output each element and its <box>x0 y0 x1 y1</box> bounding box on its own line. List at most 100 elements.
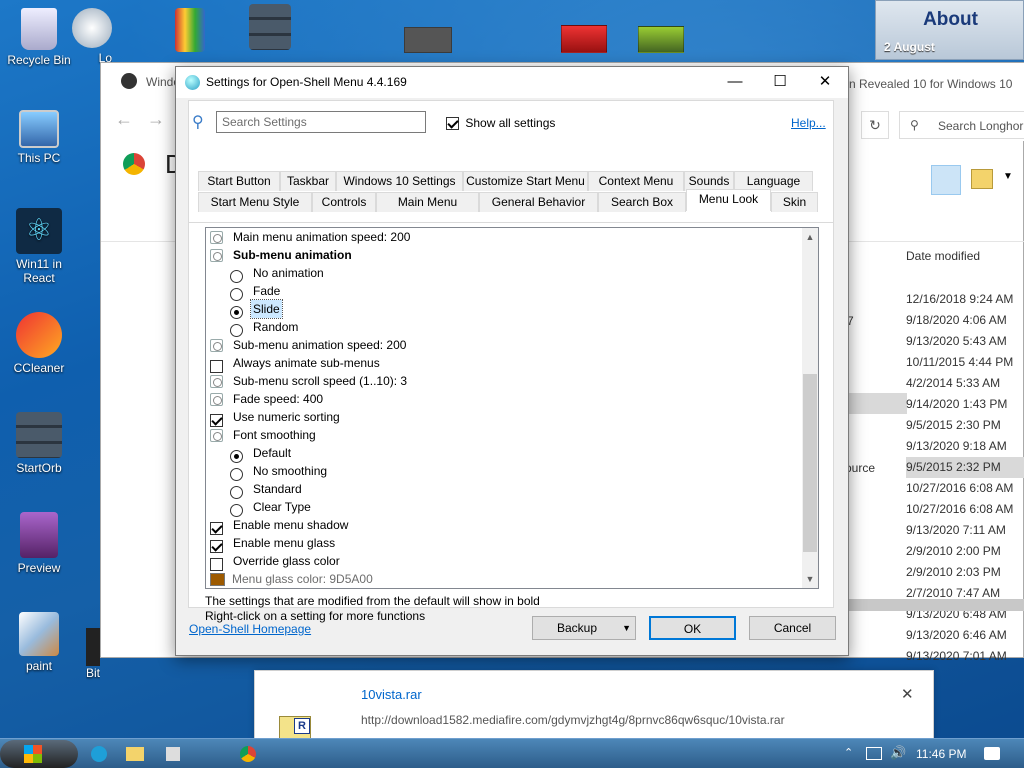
radio-icon[interactable] <box>230 306 243 320</box>
date-cell[interactable]: 2/9/2010 2:00 PM <box>906 541 1024 562</box>
cancel-button[interactable]: Cancel <box>749 616 836 640</box>
date-cell[interactable]: 2/9/2010 2:03 PM <box>906 562 1024 583</box>
tab-general-behavior[interactable]: General Behavior <box>479 192 598 212</box>
tab-main-menu[interactable]: Main Menu <box>376 192 479 212</box>
date-cell[interactable]: 9/14/2020 1:43 PM <box>906 394 1024 415</box>
scroll-up-icon[interactable]: ▲ <box>802 228 818 246</box>
date-modified-header[interactable]: Date modified <box>906 241 1024 271</box>
desktop-icon-startorb[interactable]: StartOrb <box>0 412 78 475</box>
tab-context-menu[interactable]: Context Menu <box>588 171 684 191</box>
date-cell[interactable]: 9/13/2020 9:18 AM <box>906 436 1024 457</box>
date-cell[interactable]: 9/5/2015 2:30 PM <box>906 415 1024 436</box>
open-shell-homepage-link[interactable]: Open-Shell Homepage <box>189 622 311 636</box>
scroll-down-icon[interactable]: ▼ <box>802 570 818 588</box>
tab-start-button[interactable]: Start Button <box>198 171 280 191</box>
chrome-icon[interactable] <box>123 153 145 175</box>
network-icon[interactable] <box>866 747 882 760</box>
minimize-button[interactable]: — <box>712 67 758 98</box>
view-dropdown-icon[interactable]: ▼ <box>1003 171 1013 182</box>
tab-skin[interactable]: Skin <box>771 192 818 212</box>
date-cell[interactable]: 9/13/2020 7:01 AM <box>906 646 1024 667</box>
folder-icon[interactable] <box>126 747 144 761</box>
close-button[interactable]: ✕ <box>802 67 848 98</box>
color-swatch-icon[interactable] <box>210 573 225 586</box>
tab-search-box[interactable]: Search Box <box>598 192 686 212</box>
scroll-thumb[interactable] <box>803 374 817 552</box>
explorer-search-box[interactable]: ⚲ Search Longhorn <box>899 111 1024 139</box>
radio-icon[interactable] <box>230 288 243 302</box>
settings-search-input[interactable]: Search Settings <box>216 111 426 133</box>
desktop-icon-this-pc[interactable]: This PC <box>0 110 78 165</box>
desktop-icon-preview[interactable]: Preview <box>0 512 78 575</box>
settings-list[interactable]: Main menu animation speed: 200 Sub-menu a… <box>205 227 819 589</box>
radio-icon[interactable] <box>230 468 243 482</box>
radio-icon[interactable] <box>230 486 243 500</box>
date-cell[interactable]: 10/27/2016 6:08 AM <box>906 478 1024 499</box>
view-folder-icon[interactable] <box>971 169 993 189</box>
download-filename[interactable]: 10vista.rar <box>361 687 422 702</box>
date-cell[interactable]: 10/27/2016 6:08 AM <box>906 499 1024 520</box>
backup-button[interactable]: Backup ▼ <box>532 616 636 640</box>
thumbnail-red[interactable] <box>561 25 607 53</box>
tab-customize-start-menu[interactable]: Customize Start Menu <box>463 171 588 191</box>
clock[interactable]: 11:46 PM <box>916 747 966 761</box>
checkbox-icon[interactable] <box>446 117 459 131</box>
radio-icon[interactable] <box>230 270 243 284</box>
desktop-icon-partial-bit[interactable]: Bit <box>86 628 100 684</box>
tray-expand-icon[interactable]: ⌃ <box>844 746 853 759</box>
checkbox-icon[interactable] <box>210 414 223 428</box>
setting-icon-wrap <box>210 429 223 447</box>
tab-start-menu-style[interactable]: Start Menu Style <box>198 192 312 212</box>
desktop-icon-paint[interactable]: paint <box>0 612 78 673</box>
notification-icon[interactable] <box>984 747 1000 760</box>
forward-arrow-icon[interactable]: → <box>147 109 165 130</box>
thumbnail-green[interactable] <box>638 26 684 53</box>
tab-menu-look[interactable]: Menu Look <box>686 189 771 211</box>
dialog-title: Settings for Open-Shell Menu 4.4.169 <box>206 75 407 89</box>
date-cell[interactable]: 10/11/2015 4:44 PM <box>906 352 1024 373</box>
explorer-hscrollbar[interactable] <box>849 599 1024 611</box>
checkbox-icon[interactable] <box>210 522 223 536</box>
desktop-icon-stack[interactable] <box>240 4 300 53</box>
radio-icon[interactable] <box>230 450 243 464</box>
settings-scrollbar[interactable]: ▲ ▼ <box>802 228 818 588</box>
date-cell[interactable]: 9/18/2020 4:06 AM <box>906 310 1024 331</box>
setting-label: Fade <box>253 284 281 298</box>
tab-windows-10-settings[interactable]: Windows 10 Settings <box>336 171 463 191</box>
edge-icon[interactable] <box>91 746 107 762</box>
chrome-taskbar-icon[interactable] <box>240 746 256 762</box>
show-all-settings-checkbox[interactable]: Show all settings <box>446 116 555 131</box>
maximize-button[interactable]: ☐ <box>757 67 803 98</box>
tab-controls[interactable]: Controls <box>312 192 376 212</box>
tab-taskbar[interactable]: Taskbar <box>280 171 336 191</box>
date-cell[interactable]: 9/13/2020 6:46 AM <box>906 625 1024 646</box>
thumbnail-dark[interactable] <box>404 27 452 53</box>
help-link[interactable]: Help... <box>791 116 826 130</box>
ok-button[interactable]: OK <box>649 616 736 640</box>
date-cell[interactable]: 9/13/2020 7:11 AM <box>906 520 1024 541</box>
tab-language[interactable]: Language <box>734 171 813 191</box>
volume-icon[interactable]: 🔊 <box>890 745 906 761</box>
desktop-icon-recycle-bin[interactable]: Recycle Bin <box>0 8 78 67</box>
desktop-icon-pencils[interactable] <box>160 8 220 55</box>
checkbox-icon[interactable] <box>210 540 223 554</box>
open-shell-settings-dialog[interactable]: Settings for Open-Shell Menu 4.4.169 — ☐… <box>175 66 849 656</box>
checkbox-icon[interactable] <box>210 360 223 374</box>
back-arrow-icon[interactable]: ← <box>115 109 133 130</box>
about-widget[interactable]: About 2 August <box>875 0 1024 60</box>
date-cell[interactable]: 4/2/2014 5:33 AM <box>906 373 1024 394</box>
checkbox-icon[interactable] <box>210 558 223 572</box>
desktop-icon-ccleaner[interactable]: CCleaner <box>0 312 78 375</box>
close-icon[interactable]: ✕ <box>901 685 914 703</box>
date-cell[interactable]: 9/5/2015 2:32 PM <box>906 457 1024 478</box>
desktop-icon-win11-react[interactable]: ⚛ Win11 in React <box>0 208 78 285</box>
desktop-icon-partial-lo[interactable]: Lo <box>72 8 112 65</box>
view-pane-icon[interactable] <box>931 165 961 195</box>
start-button[interactable] <box>0 740 78 768</box>
tab-sounds[interactable]: Sounds <box>684 171 734 191</box>
refresh-icon[interactable]: ↻ <box>861 111 889 139</box>
about-title: About <box>923 9 978 30</box>
date-cell[interactable]: 9/13/2020 5:43 AM <box>906 331 1024 352</box>
store-icon[interactable] <box>166 747 180 761</box>
date-cell[interactable]: 12/16/2018 9:24 AM <box>906 289 1024 310</box>
